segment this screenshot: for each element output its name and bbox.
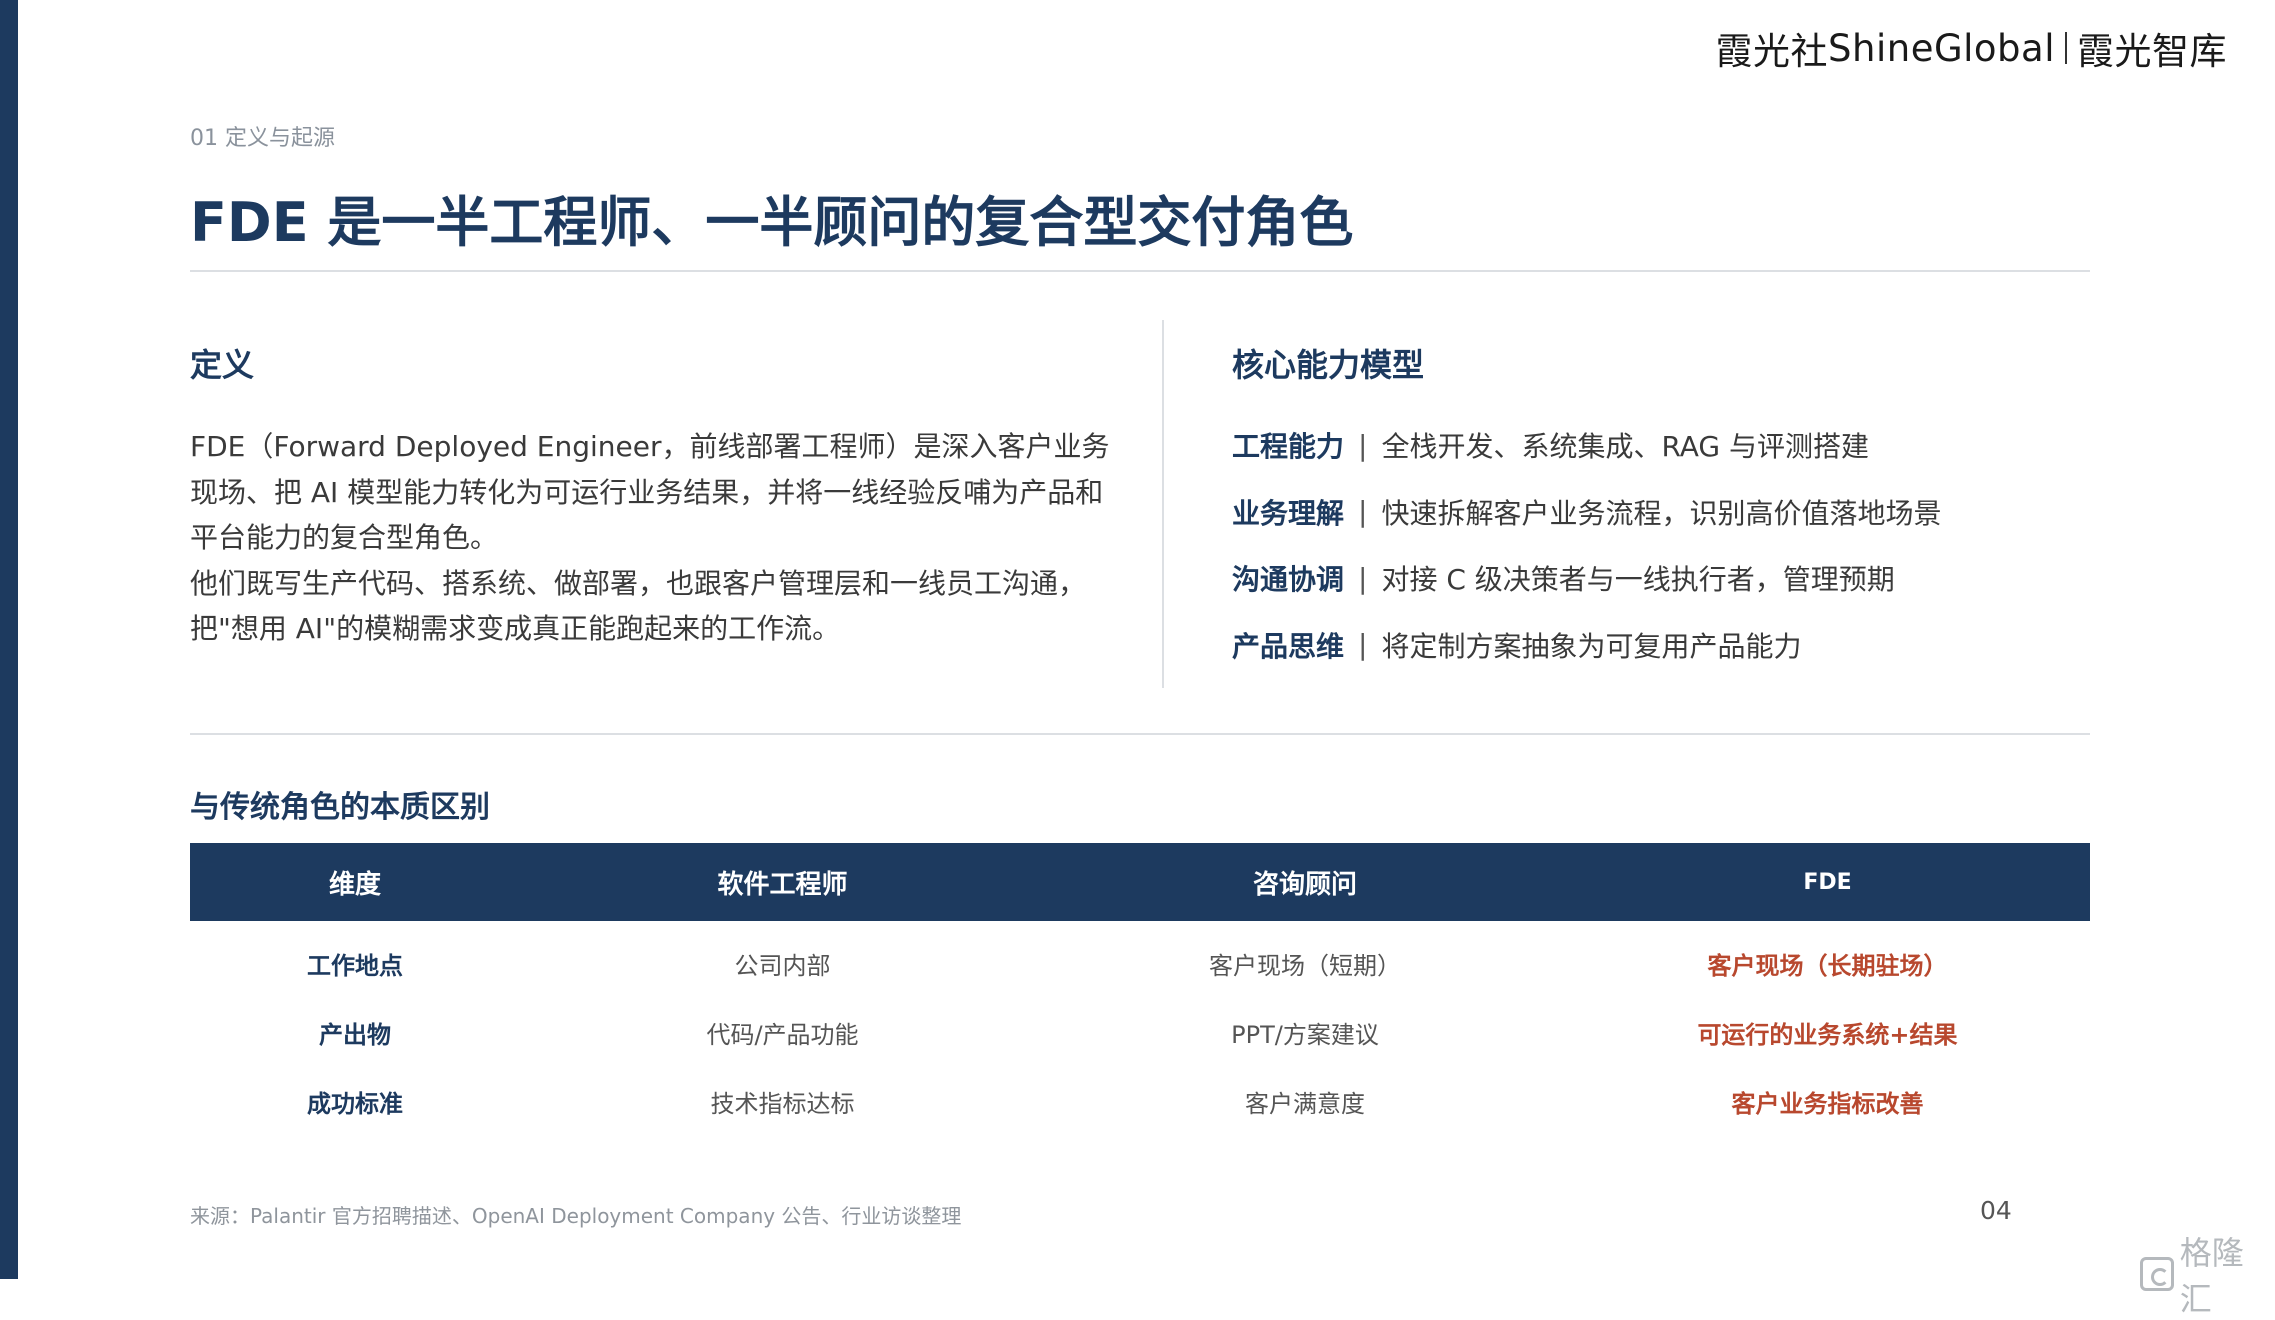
- table-cell-fde: 客户现场（长期驻场）: [1707, 952, 1948, 980]
- section-label: 01 定义与起源: [190, 126, 335, 151]
- brand-name-en: ShineGlobal: [1828, 26, 2055, 70]
- column-header-dimension: 维度: [190, 843, 520, 921]
- table-cell-dimension: 产出物: [319, 1021, 391, 1049]
- table-cell: 客户现场（短期）: [1209, 952, 1401, 980]
- brand-name-cn: 霞光社: [1715, 30, 1829, 73]
- ability-item: 沟通协调 | 对接 C 级决策者与一线执行者，管理预期: [1232, 545, 1941, 612]
- ability-item: 产品思维 | 将定制方案抽象为可复用产品能力: [1232, 612, 1941, 679]
- ability-desc: 将定制方案抽象为可复用产品能力: [1381, 629, 1802, 663]
- watermark: 格隆汇: [2140, 1228, 2275, 1320]
- definition-paragraph: 他们既写生产代码、搭系统、做部署，也跟客户管理层和一线员工沟通，把"想用 AI"…: [190, 566, 1087, 646]
- table-cell-dimension: 成功标准: [307, 1090, 403, 1118]
- gelonghui-logo-icon: [2140, 1257, 2174, 1291]
- ability-separator: |: [1358, 561, 1368, 595]
- table-cell-fde: 可运行的业务系统+结果: [1697, 1021, 1958, 1049]
- column-header-software-engineer: 软件工程师: [520, 843, 1045, 921]
- ability-name: 产品思维: [1232, 629, 1345, 663]
- ability-item: 工程能力 | 全栈开发、系统集成、RAG 与评测搭建: [1232, 412, 1941, 479]
- ability-desc: 全栈开发、系统集成、RAG 与评测搭建: [1381, 430, 1870, 464]
- brand-think-tank: 霞光智库: [2077, 30, 2227, 73]
- ability-separator: |: [1358, 495, 1368, 529]
- table-cell: PPT/方案建议: [1231, 1021, 1379, 1049]
- comparison-table: 维度 软件工程师 咨询顾问 FDE 工作地点 公司内部 客户现场（短期） 客户现…: [190, 843, 2090, 1136]
- source-note: 来源：Palantir 官方招聘描述、OpenAI Deployment Com…: [190, 1204, 962, 1228]
- table-row: 工作地点 公司内部 客户现场（短期） 客户现场（长期驻场）: [190, 921, 2090, 998]
- ability-list: 工程能力 | 全栈开发、系统集成、RAG 与评测搭建 业务理解 | 快速拆解客户…: [1232, 412, 1941, 678]
- ability-item: 业务理解 | 快速拆解客户业务流程，识别高价值落地场景: [1232, 479, 1941, 546]
- left-accent-bar: [0, 0, 18, 1279]
- definition-paragraph: FDE（Forward Deployed Engineer，前线部署工程师）是深…: [190, 430, 1110, 554]
- brand-logo: 霞光社 ShineGlobal 霞光智库: [1716, 20, 2227, 76]
- core-model-heading: 核心能力模型: [1232, 346, 1425, 384]
- ability-name: 沟通协调: [1232, 563, 1345, 597]
- table-cell-fde: 客户业务指标改善: [1731, 1090, 1924, 1118]
- column-header-consultant: 咨询顾问: [1045, 843, 1565, 921]
- table-header-row: 维度 软件工程师 咨询顾问 FDE: [190, 843, 2090, 921]
- table-row: 成功标准 技术指标达标 客户满意度 客户业务指标改善: [190, 1067, 2090, 1136]
- ability-desc: 对接 C 级决策者与一线执行者，管理预期: [1381, 563, 1895, 597]
- column-header-fde: FDE: [1565, 843, 2090, 921]
- table-cell: 代码/产品功能: [706, 1021, 859, 1049]
- ability-separator: |: [1358, 428, 1368, 462]
- page-number: 04: [1980, 1196, 2012, 1225]
- table-cell: 技术指标达标: [710, 1090, 855, 1118]
- definition-body: FDE（Forward Deployed Engineer，前线部署工程师）是深…: [190, 424, 1110, 652]
- table-cell: 客户满意度: [1245, 1090, 1365, 1118]
- table-row: 产出物 代码/产品功能 PPT/方案建议 可运行的业务系统+结果: [190, 998, 2090, 1067]
- page-title: FDE 是一半工程师、一半顾问的复合型交付角色: [190, 191, 1354, 254]
- table-cell-dimension: 工作地点: [307, 952, 403, 980]
- brand-divider: [2065, 32, 2067, 64]
- ability-separator: |: [1358, 628, 1368, 662]
- section-divider: [190, 733, 2090, 735]
- ability-name: 业务理解: [1232, 496, 1345, 530]
- column-divider: [1162, 320, 1164, 688]
- table-cell: 公司内部: [734, 952, 831, 980]
- comparison-heading: 与传统角色的本质区别: [190, 790, 490, 825]
- watermark-text: 格隆汇: [2179, 1234, 2244, 1318]
- definition-heading: 定义: [190, 346, 255, 384]
- ability-name: 工程能力: [1232, 430, 1345, 464]
- ability-desc: 快速拆解客户业务流程，识别高价值落地场景: [1381, 496, 1942, 530]
- title-divider: [190, 270, 2090, 272]
